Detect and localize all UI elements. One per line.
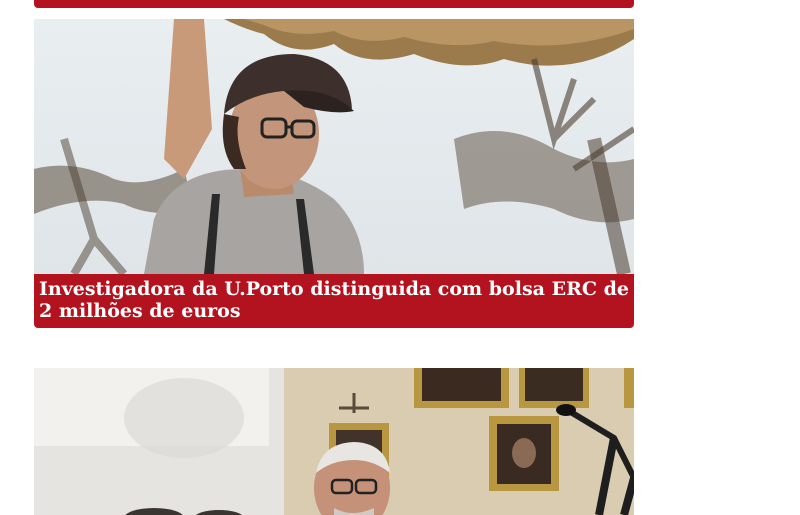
article-card[interactable]: [34, 368, 634, 515]
news-feed: Investigadora da U.Porto distinguida com…: [0, 0, 800, 515]
previous-article-caption-bar[interactable]: [34, 0, 634, 8]
article-image[interactable]: [34, 19, 634, 274]
article-card[interactable]: Investigadora da U.Porto distinguida com…: [34, 19, 634, 328]
article-title[interactable]: Investigadora da U.Porto distinguida com…: [34, 274, 634, 328]
ceremony-speaker-photo: [34, 368, 634, 515]
article-image[interactable]: [34, 368, 634, 515]
researcher-portrait-photo: [34, 19, 634, 274]
